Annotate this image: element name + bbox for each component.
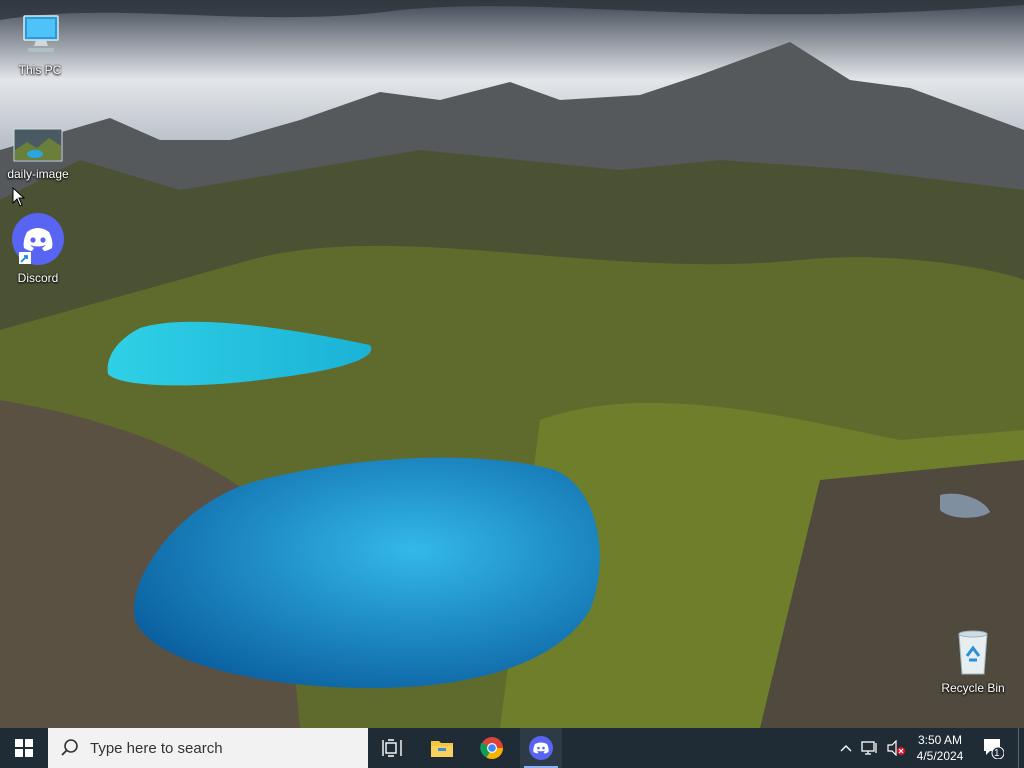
start-button[interactable] [0, 728, 48, 768]
clock[interactable]: 3:50 AM 4/5/2024 [910, 728, 970, 768]
desktop-icon-this-pc[interactable]: This PC [2, 10, 78, 77]
desktop-icon-label: This PC [18, 63, 62, 77]
file-explorer-icon [431, 741, 453, 757]
clock-time: 3:50 AM [917, 733, 963, 747]
desktop-icon-daily-image[interactable]: daily-image [0, 128, 76, 181]
taskbar: Type here to search 3:50 AM 4/5/2024 1 [0, 728, 1024, 768]
desktop-icon-recycle-bin[interactable]: Recycle Bin [935, 628, 1011, 695]
desktop[interactable]: This PC daily-image Discord Recycle Bin [0, 0, 1024, 728]
mouse-cursor-icon [12, 187, 26, 207]
notification-count: 1 [994, 748, 1000, 759]
discord-icon [12, 213, 64, 265]
recycle-bin-icon [958, 630, 988, 675]
chrome-icon [480, 737, 503, 759]
chrome-button[interactable] [470, 728, 514, 768]
discord-icon [529, 736, 553, 760]
desktop-icon-label: Discord [17, 271, 59, 285]
volume-muted-icon [887, 740, 905, 756]
desktop-icon-label: Recycle Bin [941, 681, 1005, 695]
image-file-icon [13, 128, 63, 162]
volume-button[interactable] [884, 728, 908, 768]
desktop-icon-discord[interactable]: Discord [0, 212, 76, 285]
wallpaper [0, 0, 1024, 728]
chevron-up-icon [840, 745, 852, 752]
search-icon [61, 739, 78, 756]
notification-icon [984, 739, 1004, 759]
action-center-button[interactable]: 1 [978, 728, 1008, 768]
search-box[interactable]: Type here to search [48, 728, 368, 768]
task-view-icon [382, 739, 402, 757]
desktop-icon-label: daily-image [7, 167, 69, 181]
clock-date: 4/5/2024 [916, 749, 964, 763]
discord-taskbar-button[interactable] [520, 728, 562, 768]
network-button[interactable] [858, 728, 882, 768]
show-hidden-icons-button[interactable] [836, 728, 856, 768]
task-view-button[interactable] [370, 728, 414, 768]
windows-logo-icon [15, 739, 33, 757]
show-desktop-button[interactable] [1018, 728, 1024, 768]
file-explorer-button[interactable] [420, 728, 464, 768]
search-placeholder: Type here to search [90, 739, 223, 757]
this-pc-icon [23, 15, 59, 52]
network-icon [861, 741, 877, 755]
